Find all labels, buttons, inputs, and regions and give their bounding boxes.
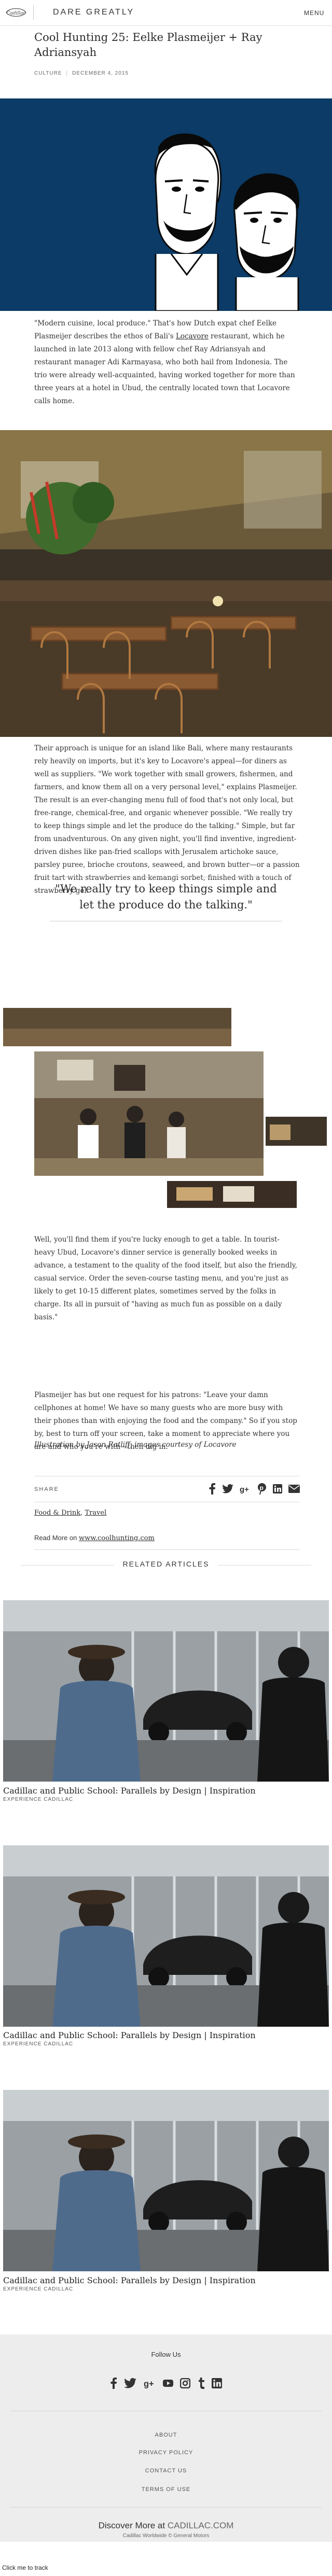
footer-link-privacy-policy[interactable]: PRIVACY POLICY: [0, 2450, 332, 2456]
nav-divider: [33, 5, 34, 20]
cadillac-crest-icon[interactable]: Cadillac: [4, 5, 28, 20]
svg-text:g+: g+: [144, 2380, 154, 2388]
google-plus-icon[interactable]: g+: [240, 1484, 251, 1493]
related-articles-heading: RELATED ARTICLES: [122, 1560, 210, 1568]
hero-illustration: [0, 98, 332, 311]
svg-text:g+: g+: [240, 1485, 249, 1493]
twitter-icon[interactable]: [222, 1484, 233, 1493]
related-article-title-2[interactable]: Cadillac and Public School: Parallels by…: [3, 2030, 329, 2040]
share-label: SHARE: [34, 1486, 59, 1492]
footer-divider-2: [10, 2507, 322, 2508]
tag-food-drink[interactable]: Food & Drink: [34, 1509, 80, 1517]
pinterest-icon[interactable]: p: [257, 1483, 267, 1495]
restaurant-interior-photo: [0, 430, 332, 737]
svg-text:Cadillac: Cadillac: [6, 11, 25, 16]
nav-tagline: DARE GREATLY: [53, 8, 135, 17]
article-title: Cool Hunting 25: Eelke Plasmeijer + Ray …: [34, 31, 262, 59]
related-article-image-1[interactable]: [3, 1600, 329, 1782]
svg-text:p: p: [260, 1484, 264, 1491]
article-category[interactable]: CULTURE: [34, 70, 62, 76]
site-footer: [0, 2335, 332, 2542]
copyright: Cadillac Worldwide © General Motors: [122, 2533, 210, 2539]
footer-link-about[interactable]: ABOUT: [0, 2432, 332, 2438]
read-more-rule: [34, 1549, 300, 1550]
article-date: DECEMBER 4, 2015: [72, 70, 129, 76]
article-meta: CULTURE | DECEMBER 4, 2015: [34, 70, 129, 76]
discover-more: Discover More at CADILLAC.COM: [98, 2521, 234, 2530]
share-icons: g+ p: [209, 1481, 300, 1497]
article-paragraph-1: "Modern cuisine, local produce." That's …: [34, 319, 295, 405]
footer-link-terms-of-use[interactable]: TERMS OF USE: [0, 2486, 332, 2493]
tumblr-icon[interactable]: [198, 2378, 205, 2389]
related-article-source-3: EXPERIENCE CADILLAC: [3, 2286, 74, 2292]
facebook-icon[interactable]: [110, 2377, 117, 2389]
related-article-image-3[interactable]: [3, 2090, 329, 2271]
related-article-source-2: EXPERIENCE CADILLAC: [3, 2041, 74, 2047]
related-article-title-1[interactable]: Cadillac and Public School: Parallels by…: [3, 1786, 329, 1796]
youtube-icon[interactable]: [162, 2378, 173, 2388]
related-article-image-2[interactable]: [3, 1845, 329, 2027]
click-track-link[interactable]: Click me to track: [2, 2564, 48, 2571]
chef-portraits-illustration: [0, 98, 332, 311]
related-article-source-1: EXPERIENCE CADILLAC: [3, 1797, 74, 1802]
read-more-link[interactable]: www.coolhunting.com: [79, 1534, 155, 1542]
linkedin-icon[interactable]: [273, 1484, 282, 1493]
footer-social-icons: g+: [110, 2376, 222, 2390]
facebook-icon[interactable]: [209, 1483, 216, 1495]
locavore-link[interactable]: Locavore: [176, 332, 209, 340]
article-tags: Food & Drink, Travel: [34, 1509, 107, 1517]
article-paragraph-2: Their approach is unique for an island l…: [34, 744, 300, 895]
footer-link-contact-us[interactable]: CONTACT US: [0, 2468, 332, 2474]
top-nav: Cadillac DARE GREATLY MENU: [0, 0, 332, 26]
image-credit: Illustration by Jason Ratliff, images co…: [34, 1441, 237, 1449]
google-plus-icon[interactable]: g+: [144, 2378, 156, 2388]
linkedin-icon[interactable]: [211, 2378, 222, 2388]
read-more: Read More on www.coolhunting.com: [34, 1534, 155, 1542]
kitchen-photo-collage: [0, 1008, 332, 1215]
instagram-icon[interactable]: [180, 2378, 191, 2388]
tag-travel[interactable]: Travel: [85, 1509, 106, 1517]
related-article-title-3[interactable]: Cadillac and Public School: Parallels by…: [3, 2275, 329, 2285]
email-icon[interactable]: [288, 1485, 300, 1493]
cadillac-site-link[interactable]: CADILLAC.COM: [168, 2521, 234, 2530]
article-paragraph-3: Well, you'll find them if you're lucky e…: [34, 1235, 297, 1321]
twitter-icon[interactable]: [124, 2378, 137, 2388]
follow-us-label: Follow Us: [151, 2351, 181, 2358]
pullquote: "We really try to keep things simple and…: [55, 883, 277, 911]
menu-button[interactable]: MENU: [304, 9, 324, 17]
